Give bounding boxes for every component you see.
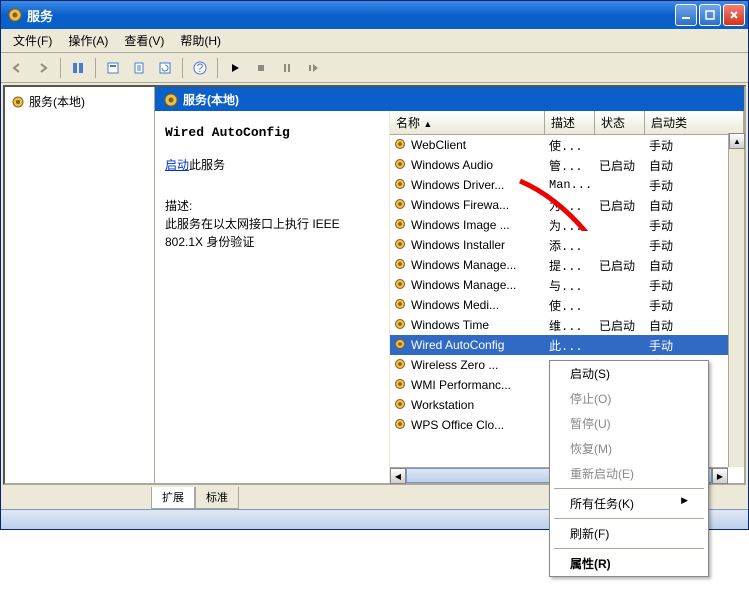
tree-pane: 服务(本地) — [5, 87, 155, 483]
col-desc[interactable]: 描述 — [545, 111, 595, 134]
properties-button[interactable] — [101, 56, 125, 80]
table-row[interactable]: Windows Image ...为...手动 — [390, 215, 744, 235]
show-hide-button[interactable] — [66, 56, 90, 80]
ctx-restart: 重新启动(E) — [550, 461, 708, 486]
start-service-button[interactable] — [223, 56, 247, 80]
scroll-right-button[interactable]: ▶ — [712, 468, 728, 484]
app-icon — [7, 7, 23, 23]
detail-pane: Wired AutoConfig 启动此服务 描述: 此服务在以太网接口上执行 … — [155, 111, 390, 483]
close-button[interactable] — [723, 4, 745, 26]
list-header: 名称 ▲ 描述 状态 启动类 — [390, 111, 744, 135]
tab-extended[interactable]: 扩展 — [151, 487, 195, 509]
ctx-stop: 停止(O) — [550, 386, 708, 411]
table-row[interactable]: Wired AutoConfig此...手动 — [390, 335, 744, 355]
window-title: 服务 — [27, 6, 673, 25]
menu-action[interactable]: 操作(A) — [60, 29, 116, 52]
toolbar: ? — [1, 53, 748, 83]
table-row[interactable]: Windows Driver...Man...手动 — [390, 175, 744, 195]
ctx-pause: 暂停(U) — [550, 411, 708, 436]
right-header-title: 服务(本地) — [183, 91, 239, 108]
table-row[interactable]: Windows Manage...与...手动 — [390, 275, 744, 295]
tab-standard[interactable]: 标准 — [195, 487, 239, 509]
ctx-alltasks[interactable]: 所有任务(K)▶ — [550, 491, 708, 516]
stop-service-button — [249, 56, 273, 80]
menu-file[interactable]: 文件(F) — [5, 29, 60, 52]
col-state[interactable]: 状态 — [595, 111, 645, 134]
tree-root[interactable]: 服务(本地) — [9, 91, 150, 112]
table-row[interactable]: Windows Installer添...手动 — [390, 235, 744, 255]
help-button[interactable]: ? — [188, 56, 212, 80]
services-window: 服务 文件(F) 操作(A) 查看(V) 帮助(H) ? 服务(本地) — [0, 0, 749, 530]
ctx-properties[interactable]: 属性(R) — [550, 551, 708, 576]
context-menu: 启动(S) 停止(O) 暂停(U) 恢复(M) 重新启动(E) 所有任务(K)▶… — [549, 360, 709, 577]
services-icon — [11, 95, 25, 109]
start-link[interactable]: 启动 — [165, 158, 189, 172]
table-row[interactable]: Windows Firewa...为...已启动自动 — [390, 195, 744, 215]
scroll-up-button[interactable]: ▲ — [729, 133, 745, 149]
pause-service-button — [275, 56, 299, 80]
svg-text:?: ? — [197, 61, 204, 75]
col-name[interactable]: 名称 ▲ — [390, 111, 545, 134]
menubar: 文件(F) 操作(A) 查看(V) 帮助(H) — [1, 29, 748, 53]
table-row[interactable]: WebClient使...手动 — [390, 135, 744, 155]
export-button[interactable] — [127, 56, 151, 80]
maximize-button[interactable] — [699, 4, 721, 26]
ctx-refresh[interactable]: 刷新(F) — [550, 521, 708, 546]
right-header: 服务(本地) — [155, 87, 744, 111]
restart-service-button — [301, 56, 325, 80]
ctx-start[interactable]: 启动(S) — [550, 361, 708, 386]
minimize-button[interactable] — [675, 4, 697, 26]
scroll-left-button[interactable]: ◀ — [390, 468, 406, 484]
refresh-button[interactable] — [153, 56, 177, 80]
titlebar[interactable]: 服务 — [1, 1, 748, 29]
ctx-resume: 恢复(M) — [550, 436, 708, 461]
desc-label: 描述: — [165, 197, 379, 215]
service-name: Wired AutoConfig — [165, 125, 379, 140]
back-button — [5, 56, 29, 80]
menu-help[interactable]: 帮助(H) — [172, 29, 229, 52]
start-link-text: 此服务 — [189, 158, 225, 172]
table-row[interactable]: Windows Medi...使...手动 — [390, 295, 744, 315]
menu-view[interactable]: 查看(V) — [116, 29, 172, 52]
vertical-scrollbar[interactable]: ▲ — [728, 133, 744, 467]
tree-root-label: 服务(本地) — [29, 93, 85, 110]
forward-button — [31, 56, 55, 80]
desc-text: 此服务在以太网接口上执行 IEEE 802.1X 身份验证 — [165, 215, 379, 251]
table-row[interactable]: Windows Audio管...已启动自动 — [390, 155, 744, 175]
table-row[interactable]: Windows Time维...已启动自动 — [390, 315, 744, 335]
table-row[interactable]: Windows Manage...提...已启动自动 — [390, 255, 744, 275]
header-icon — [163, 92, 177, 106]
col-start[interactable]: 启动类 — [645, 111, 744, 134]
